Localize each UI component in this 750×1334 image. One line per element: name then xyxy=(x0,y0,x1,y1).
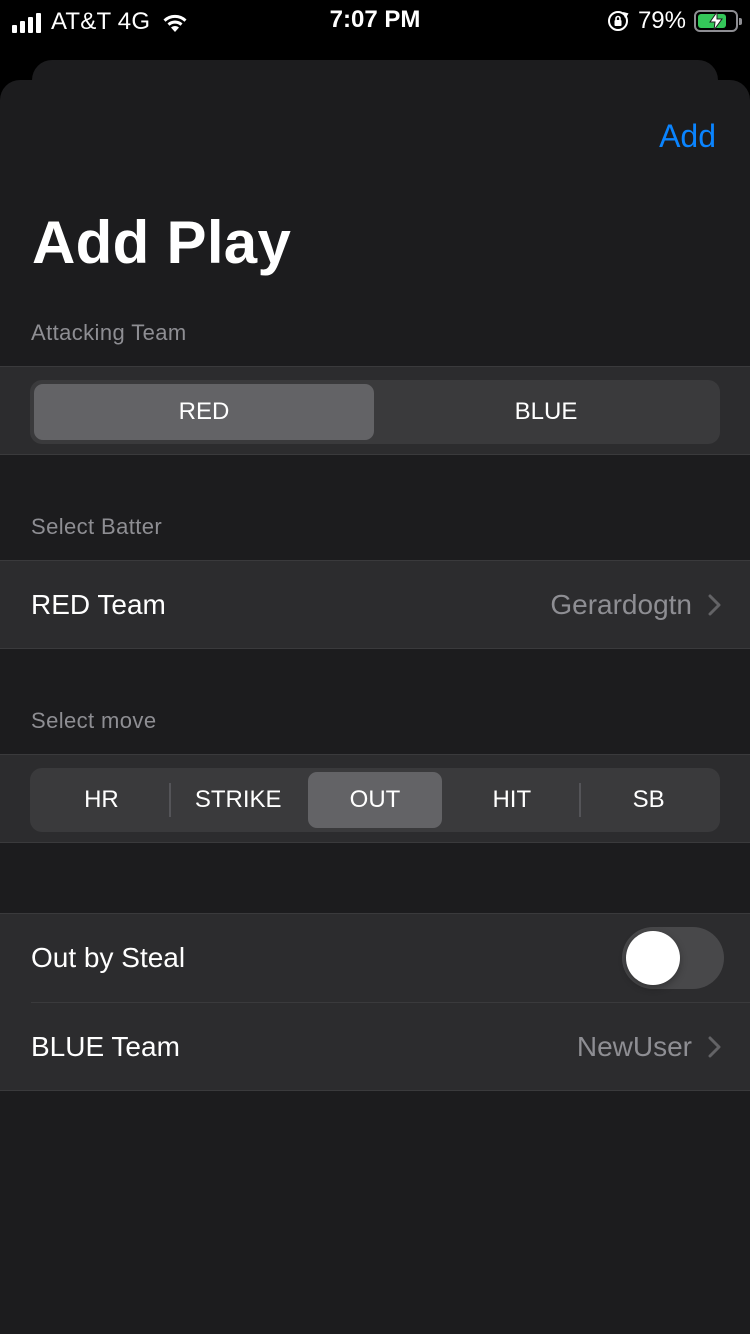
attacking-team-header: Attacking Team xyxy=(31,320,187,345)
battery-percent: 79% xyxy=(637,7,686,34)
blue-team-row-label: BLUE Team xyxy=(31,1031,180,1062)
add-play-sheet: Add Add Play Attacking Team RED BLUE Sel… xyxy=(0,80,750,1334)
toggle-knob xyxy=(626,931,680,985)
segment-hit[interactable]: HIT xyxy=(444,772,579,828)
batter-row-value: Gerardogtn xyxy=(550,588,692,620)
segment-blue[interactable]: BLUE xyxy=(376,384,716,440)
chevron-right-icon xyxy=(708,594,721,615)
attacking-team-group: RED BLUE xyxy=(0,366,750,455)
segment-sb[interactable]: SB xyxy=(581,772,716,828)
segment-red[interactable]: RED xyxy=(34,384,374,440)
battery-charging-icon xyxy=(694,10,742,32)
batter-row[interactable]: RED Team Gerardogtn xyxy=(0,561,750,648)
out-by-steal-label: Out by Steal xyxy=(31,942,186,973)
segment-hr[interactable]: HR xyxy=(34,772,169,828)
segment-out[interactable]: OUT xyxy=(307,772,443,828)
out-details-group: Out by Steal BLUE Team NewUser xyxy=(0,913,750,1091)
batter-row-label: RED Team xyxy=(31,588,166,620)
select-move-header: Select move xyxy=(31,708,157,733)
add-button[interactable]: Add xyxy=(659,118,716,155)
move-group: HR STRIKE OUT HIT SB xyxy=(0,754,750,843)
rotation-lock-icon xyxy=(607,11,629,31)
out-by-steal-row: Out by Steal xyxy=(0,914,750,1002)
move-segmented-control: HR STRIKE OUT HIT SB xyxy=(30,768,720,832)
batter-group: RED Team Gerardogtn xyxy=(0,560,750,649)
chevron-right-icon xyxy=(708,1036,721,1058)
blue-team-row-value: NewUser xyxy=(576,1031,692,1062)
status-right: 79% xyxy=(606,7,742,35)
status-bar: AT&T 4G 7:07 PM 79% xyxy=(0,0,750,40)
page-title: Add Play xyxy=(32,209,292,276)
segment-strike[interactable]: STRIKE xyxy=(171,772,306,828)
select-batter-header: Select Batter xyxy=(31,514,163,539)
attacking-team-segmented-control: RED BLUE xyxy=(30,380,720,444)
blue-team-row[interactable]: BLUE Team NewUser xyxy=(0,1003,750,1091)
charging-bolt-icon xyxy=(709,12,723,30)
out-by-steal-toggle[interactable] xyxy=(622,927,724,989)
